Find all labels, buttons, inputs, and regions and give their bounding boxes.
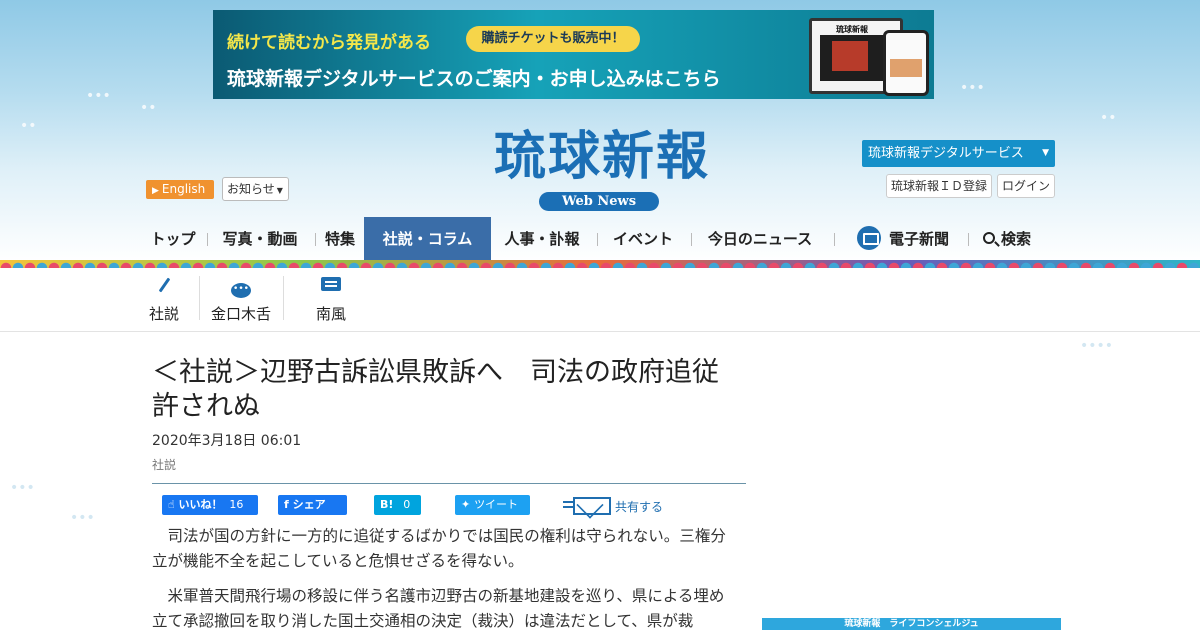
site-logo[interactable]: 琉球新報 [452,126,752,188]
fish-decoration-icon: •••• [1080,338,1114,354]
e-newspaper-icon [856,225,881,250]
thumbs-up-icon: ☝ [168,498,175,511]
fish-decoration-icon: ••• [960,80,985,96]
digital-service-banner-ad[interactable]: 続けて読むから発見がある 購読チケットも販売中！ 琉球新報デジタルサービスのご案… [213,10,934,99]
twitter-bird-icon: ✦ [461,498,471,511]
article-divider [152,483,746,484]
digital-service-label: 琉球新報デジタルサービス [868,146,1024,161]
nav-item-top[interactable]: トップ [140,217,206,261]
search-icon [982,231,995,244]
id-register-button[interactable]: 琉球新報ＩＤ登録 [886,174,992,198]
fish-decoration-icon: ••• [70,510,95,526]
sidebar-ad-banner[interactable]: 琉球新報 ライフコンシェルジュ [762,618,1061,630]
subnav-item-haebaru[interactable]: 南風 [305,268,357,332]
tweet-button[interactable]: ✦ ツイート [455,495,530,515]
article-paragraph: 司法が国の方針に一方的に追従するばかりでは国民の権利は守られない。三権分立が機能… [152,527,726,570]
envelope-icon [573,497,611,515]
nav-item-todays-news[interactable]: 今日のニュース [704,217,816,261]
login-button[interactable]: ログイン [997,174,1055,198]
comment-icon [305,277,357,297]
tweet-label: ツイート [474,498,519,511]
logo-web-news-badge: Web News [539,192,659,211]
nav-item-events[interactable]: イベント [608,217,678,261]
subnav-item-editorial[interactable]: 社説 [140,268,188,332]
speed-lines-icon [563,501,573,503]
nav-item-photo-video[interactable]: 写真・動画 [216,217,304,261]
pen-icon [140,277,188,297]
main-nav: トップ 写真・動画 特集 社説・コラム 人事・訃報 イベント 今日のニュース 電… [140,217,1060,261]
e-newspaper-label: 電子新聞 [888,230,949,248]
phone-illustration [883,30,929,96]
facebook-icon: f [284,498,289,511]
play-arrow-icon: ▶ [152,186,159,196]
hatena-count: 0 [403,498,411,511]
subnav-separator [199,276,200,320]
nav-separator [691,233,692,246]
facebook-like-button[interactable]: ☝ いいね！ 16 [162,495,258,515]
nav-item-features[interactable]: 特集 [320,217,360,261]
notice-dropdown[interactable]: お知らせ ▼ [222,177,289,201]
article-title: ＜社説＞辺野古訴訟県敗訴へ 司法の政府追従許されぬ [152,357,719,422]
subnav-label: 社説 [148,305,179,323]
nav-item-personnel-obituary[interactable]: 人事・訃報 [500,217,584,261]
facebook-share-button[interactable]: f シェア [278,495,347,515]
like-count: 16 [229,498,244,511]
like-label: いいね！ [178,498,223,511]
subnav-label: 南風 [315,305,346,323]
fish-decoration-icon: •• [140,100,157,116]
subnav-item-kinkuchi-bokuzetsu[interactable]: ••• 金口木舌 [205,268,277,332]
nav-separator [207,233,208,246]
banner-device-title: 琉球新報 [836,25,868,34]
article-paragraph: 米軍普天間飛行場の移設に伴う名護市辺野古の新基地建設を巡り、県による埋め立て承認… [152,587,725,630]
hatena-bookmark-button[interactable]: B! 0 [374,495,421,515]
english-button[interactable]: ▶ English [146,180,214,199]
banner-main-text: 琉球新報デジタルサービスのご案内・お申し込みはこちら [227,68,721,90]
caret-down-icon: ▼ [276,186,283,195]
nav-item-e-newspaper[interactable]: 電子新聞 [852,217,954,261]
sub-nav: 社説 ••• 金口木舌 南風 [0,268,1200,332]
fish-decoration-icon: •• [1100,110,1117,126]
speech-bubble-icon: ••• [205,277,277,298]
fish-decoration-icon: ••• [86,88,111,104]
banner-tagline: 続けて読むから発見がある [227,33,431,53]
mail-share-button[interactable] [563,495,613,517]
phone-screen-photo [890,59,922,77]
banner-ticket-pill: 購読チケットも販売中！ [466,26,640,52]
laptop-screen-photo [832,41,868,71]
fish-decoration-icon: •• [20,118,37,134]
subnav-label: 金口木舌 [210,305,271,323]
subnav-separator [283,276,284,320]
nav-separator [834,233,835,246]
nav-separator [315,233,316,246]
hatena-icon: B! [380,498,394,511]
facebook-share-label: シェア [292,498,326,511]
nav-item-search[interactable]: 検索 [978,217,1036,261]
article-category[interactable]: 社説 [152,456,176,473]
nav-separator [968,233,969,246]
fish-decoration-icon: ••• [10,480,35,496]
notice-label: お知らせ [227,182,275,196]
share-label[interactable]: 共有する [615,498,663,515]
english-label: English [161,182,206,196]
nav-separator [597,233,598,246]
decorative-pattern-stripe [0,260,1200,268]
nav-item-editorial-column[interactable]: 社説・コラム [364,217,491,261]
digital-service-dropdown[interactable]: 琉球新報デジタルサービス ▼ [862,140,1055,167]
caret-down-icon: ▼ [1042,148,1049,158]
search-label: 検索 [1000,230,1031,248]
article-date: 2020年3月18日 06:01 [152,433,302,449]
